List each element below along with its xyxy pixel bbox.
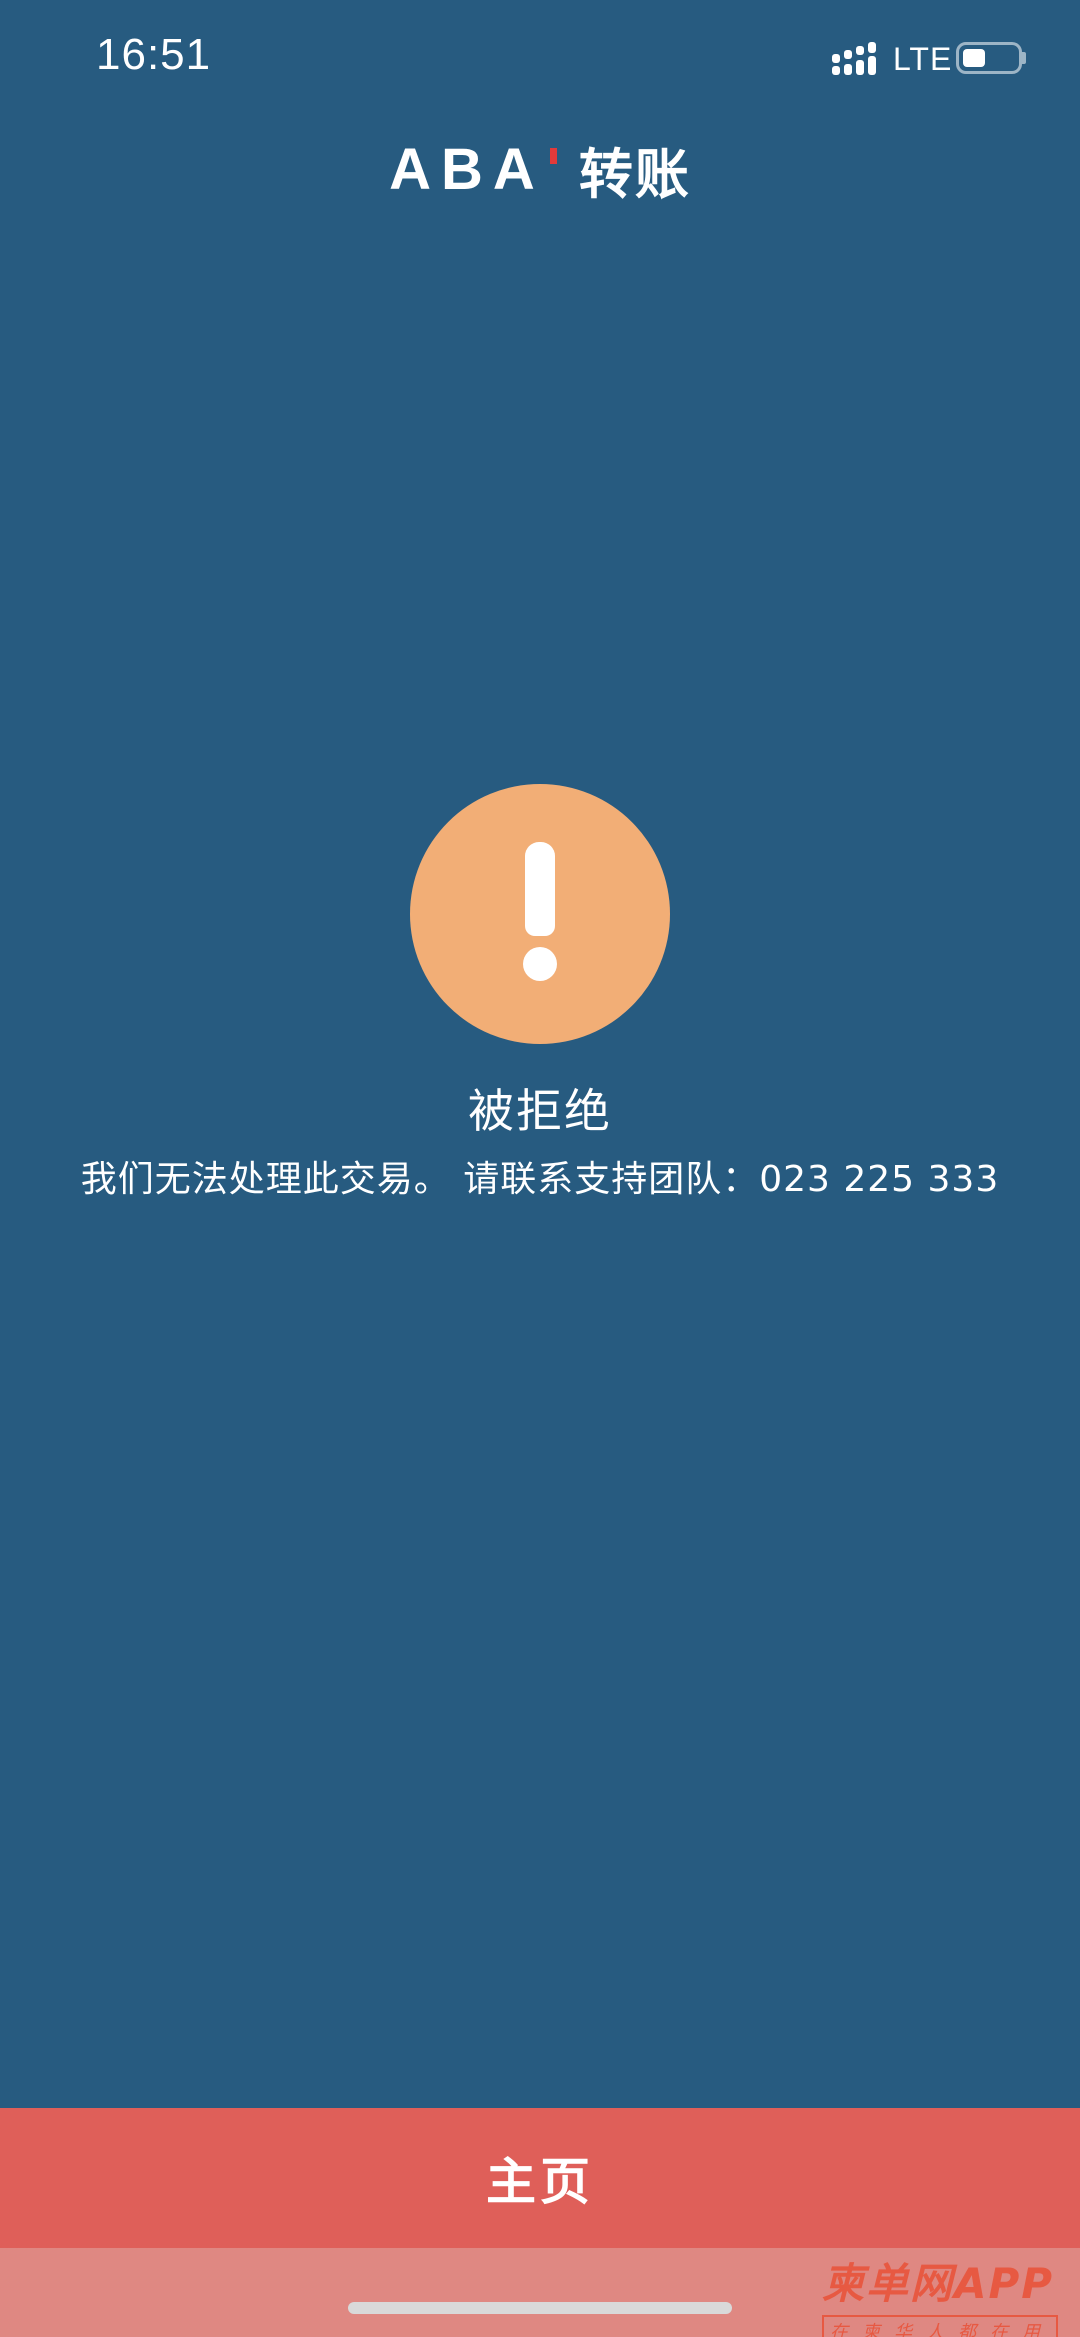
status-bar: 16:51 LTE [0, 0, 1080, 120]
home-button[interactable]: 主页 [0, 2108, 1080, 2248]
result-status-message: 我们无法处理此交易。 请联系支持团队：023 225 333 [80, 1159, 1000, 1200]
watermark-logo: 柬单网APP 在柬华人都在用 [822, 2250, 1078, 2337]
brand-text: ABA [389, 137, 545, 202]
header-title-group: ABA 转账 [389, 130, 691, 209]
watermark-slogan: 在柬华人都在用 [822, 2315, 1058, 2337]
battery-level-fill [963, 49, 985, 67]
battery-icon [956, 42, 1022, 74]
home-indicator-bar[interactable] [348, 2302, 732, 2314]
exclamation-dot [523, 947, 557, 981]
result-status-title: 被拒绝 [468, 1084, 612, 1138]
watermark-main-text: 柬单网APP [822, 2259, 1055, 2308]
brand-accent-mark [549, 148, 557, 164]
home-button-label: 主页 [486, 2153, 594, 2211]
page-header: ABA 转账 [0, 130, 1080, 210]
battery-tip [1022, 52, 1026, 64]
page-title: 转账 [578, 143, 691, 206]
network-type-label: LTE [893, 41, 953, 77]
aba-logo: ABA [389, 136, 557, 203]
warning-exclamation-icon [410, 784, 670, 1044]
exclamation-bar [525, 842, 555, 936]
signal-strength-icon [832, 42, 876, 75]
status-time: 16:51 [96, 30, 212, 79]
